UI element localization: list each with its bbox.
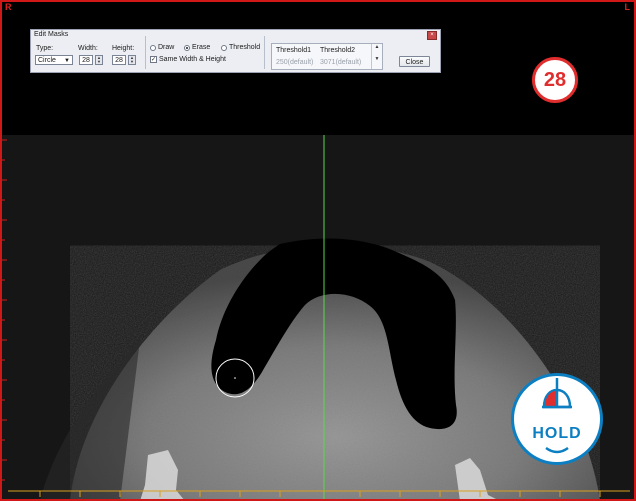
- ct-viewport[interactable]: R L Edit Masks × Type: Circle ▼ Width: 2…: [0, 0, 636, 501]
- hold-label: HOLD: [532, 425, 582, 442]
- mode-erase-label: Erase: [192, 44, 211, 51]
- same-size-label: Same Width & Height: [159, 56, 226, 63]
- threshold2-header: Threshold2: [320, 47, 356, 54]
- orientation-right-label: R: [5, 2, 12, 12]
- height-input[interactable]: 28: [112, 55, 126, 65]
- mode-draw-radio[interactable]: [150, 45, 156, 51]
- chevron-down-icon: ▼: [64, 58, 70, 64]
- threshold2-value: 3071(default): [320, 59, 362, 66]
- type-select-value: Circle: [38, 57, 56, 64]
- divider: [145, 36, 146, 69]
- width-label: Width:: [78, 45, 98, 52]
- mode-threshold-radio[interactable]: [221, 45, 227, 51]
- mode-threshold-label: Threshold: [229, 44, 261, 51]
- height-label: Height:: [112, 45, 135, 52]
- threshold1-value: 250(default): [276, 59, 314, 66]
- mode-erase-radio[interactable]: [184, 45, 190, 51]
- mouse-left-click-icon: [542, 378, 572, 454]
- height-spinner[interactable]: ▲ ▼: [128, 55, 136, 65]
- width-input[interactable]: 28: [79, 55, 93, 65]
- dialog-close-icon[interactable]: ×: [427, 31, 437, 40]
- type-select[interactable]: Circle ▼: [35, 55, 73, 65]
- type-label: Type:: [36, 45, 54, 52]
- threshold-table[interactable]: Threshold1 Threshold2 250(default) 3071(…: [271, 43, 383, 70]
- mode-draw-label: Draw: [158, 44, 175, 51]
- close-button[interactable]: Close: [399, 56, 430, 67]
- step-number-badge: 28: [532, 57, 578, 103]
- width-spinner[interactable]: ▲ ▼: [95, 55, 103, 65]
- dialog-title: Edit Masks: [34, 31, 69, 38]
- threshold1-header: Threshold1: [276, 47, 312, 54]
- edit-masks-dialog[interactable]: Edit Masks × Type: Circle ▼ Width: 28 ▲ ▼…: [30, 29, 441, 73]
- hold-mouse-badge: HOLD: [511, 373, 603, 465]
- same-size-checkbox[interactable]: ✓: [150, 56, 157, 63]
- divider: [264, 36, 265, 69]
- threshold-scrollbar[interactable]: ▲ ▼: [371, 44, 382, 69]
- orientation-left-label: L: [624, 2, 631, 12]
